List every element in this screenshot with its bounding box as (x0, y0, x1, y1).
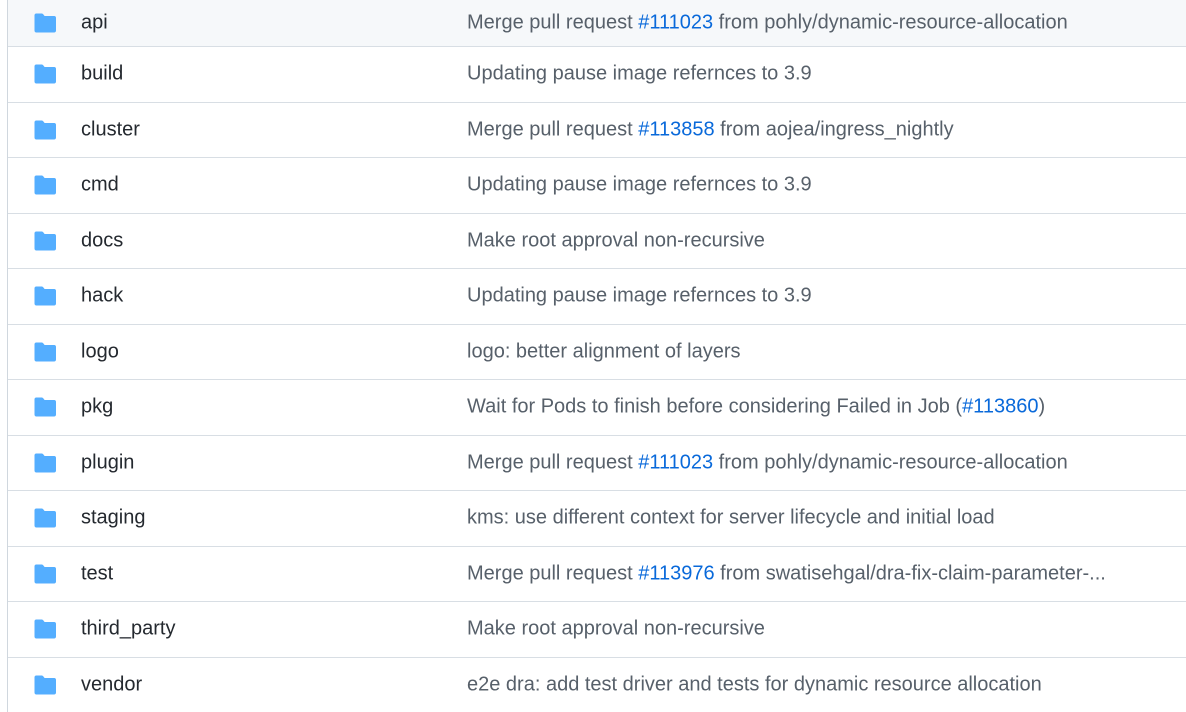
folder-name-link[interactable]: api (81, 12, 108, 35)
table-row-plugin: plugin Merge pull request #111023 from p… (8, 435, 1186, 491)
folder-icon (33, 675, 57, 695)
commit-message: kms: use different context for server li… (467, 507, 1157, 530)
commit-message-text-before[interactable]: Make root approval non-recursive (467, 229, 765, 251)
folder-icon (33, 231, 57, 251)
folder-name-link[interactable]: hack (81, 285, 123, 308)
commit-message-text-before[interactable]: Wait for Pods to finish before consideri… (467, 396, 962, 418)
commit-message: Make root approval non-recursive (467, 229, 1157, 252)
folder-icon (33, 342, 57, 362)
folder-icon (33, 564, 57, 584)
table-row-logo: logo logo: better alignment of layers (8, 324, 1186, 380)
commit-message-text-after[interactable]: from swatisehgal/dra-fix-claim-parameter… (715, 562, 1106, 584)
commit-message: Make root approval non-recursive (467, 618, 1157, 641)
commit-message: Updating pause image refernces to 3.9 (467, 285, 1157, 308)
commit-message-text-before[interactable]: Merge pull request (467, 118, 638, 140)
folder-name-link[interactable]: plugin (81, 451, 134, 474)
table-row-build: build Updating pause image refernces to … (8, 46, 1186, 102)
pull-request-link[interactable]: #111023 (638, 12, 713, 34)
commit-message-text-before[interactable]: logo: better alignment of layers (467, 340, 741, 362)
commit-message-text-before[interactable]: Merge pull request (467, 12, 638, 34)
commit-message: Merge pull request #111023 from pohly/dy… (467, 451, 1157, 474)
folder-name-link[interactable]: logo (81, 340, 119, 363)
folder-icon (33, 175, 57, 195)
commit-message-text-after[interactable]: from aojea/ingress_nightly (715, 118, 954, 140)
folder-name-link[interactable]: test (81, 562, 113, 585)
table-row-vendor: vendor e2e dra: add test driver and test… (8, 657, 1186, 712)
folder-icon (33, 508, 57, 528)
commit-message-text-before[interactable]: Updating pause image refernces to 3.9 (467, 174, 812, 196)
folder-name-link[interactable]: pkg (81, 396, 113, 419)
table-row-cmd: cmd Updating pause image refernces to 3.… (8, 157, 1186, 213)
commit-message-text-before[interactable]: Updating pause image refernces to 3.9 (467, 63, 812, 85)
commit-message-text-before[interactable]: kms: use different context for server li… (467, 507, 995, 529)
pull-request-link[interactable]: #111023 (638, 451, 713, 473)
table-row-cluster: cluster Merge pull request #113858 from … (8, 102, 1186, 158)
pull-request-link[interactable]: #113976 (638, 562, 714, 584)
table-row-hack: hack Updating pause image refernces to 3… (8, 268, 1186, 324)
folder-name-link[interactable]: staging (81, 507, 146, 530)
table-row-api: api Merge pull request #111023 from pohl… (8, 0, 1186, 46)
commit-message-text-before[interactable]: Merge pull request (467, 451, 638, 473)
commit-message-text-after[interactable]: from pohly/dynamic-resource-allocation (713, 451, 1068, 473)
commit-message: logo: better alignment of layers (467, 340, 1157, 363)
commit-message-text-before[interactable]: Updating pause image refernces to 3.9 (467, 285, 812, 307)
table-row-staging: staging kms: use different context for s… (8, 490, 1186, 546)
pull-request-link[interactable]: #113860 (962, 396, 1038, 418)
table-row-docs: docs Make root approval non-recursive (8, 213, 1186, 269)
pull-request-link[interactable]: #113858 (638, 118, 714, 140)
commit-message: e2e dra: add test driver and tests for d… (467, 673, 1157, 696)
table-row-test: test Merge pull request #113976 from swa… (8, 546, 1186, 602)
folder-name-link[interactable]: cluster (81, 118, 140, 141)
commit-message: Wait for Pods to finish before consideri… (467, 396, 1157, 419)
commit-message-text-after[interactable]: ) (1038, 396, 1045, 418)
commit-message: Updating pause image refernces to 3.9 (467, 174, 1157, 197)
folder-name-link[interactable]: build (81, 63, 123, 86)
table-row-pkg: pkg Wait for Pods to finish before consi… (8, 379, 1186, 435)
folder-name-link[interactable]: cmd (81, 174, 119, 197)
file-list: api Merge pull request #111023 from pohl… (7, 0, 1186, 712)
folder-icon (33, 13, 57, 33)
commit-message: Merge pull request #111023 from pohly/dy… (467, 12, 1157, 35)
folder-name-link[interactable]: vendor (81, 673, 142, 696)
folder-icon (33, 286, 57, 306)
table-row-third_party: third_party Make root approval non-recur… (8, 601, 1186, 657)
folder-icon (33, 120, 57, 140)
folder-icon (33, 397, 57, 417)
folder-icon (33, 453, 57, 473)
commit-message: Updating pause image refernces to 3.9 (467, 63, 1157, 86)
commit-message-text-before[interactable]: Merge pull request (467, 562, 638, 584)
commit-message-text-before[interactable]: e2e dra: add test driver and tests for d… (467, 673, 1042, 695)
commit-message-text-before[interactable]: Make root approval non-recursive (467, 618, 765, 640)
commit-message: Merge pull request #113976 from swatiseh… (467, 562, 1157, 585)
folder-icon (33, 619, 57, 639)
folder-name-link[interactable]: third_party (81, 618, 176, 641)
folder-icon (33, 64, 57, 84)
commit-message-text-after[interactable]: from pohly/dynamic-resource-allocation (713, 12, 1068, 34)
commit-message: Merge pull request #113858 from aojea/in… (467, 118, 1157, 141)
folder-name-link[interactable]: docs (81, 229, 123, 252)
